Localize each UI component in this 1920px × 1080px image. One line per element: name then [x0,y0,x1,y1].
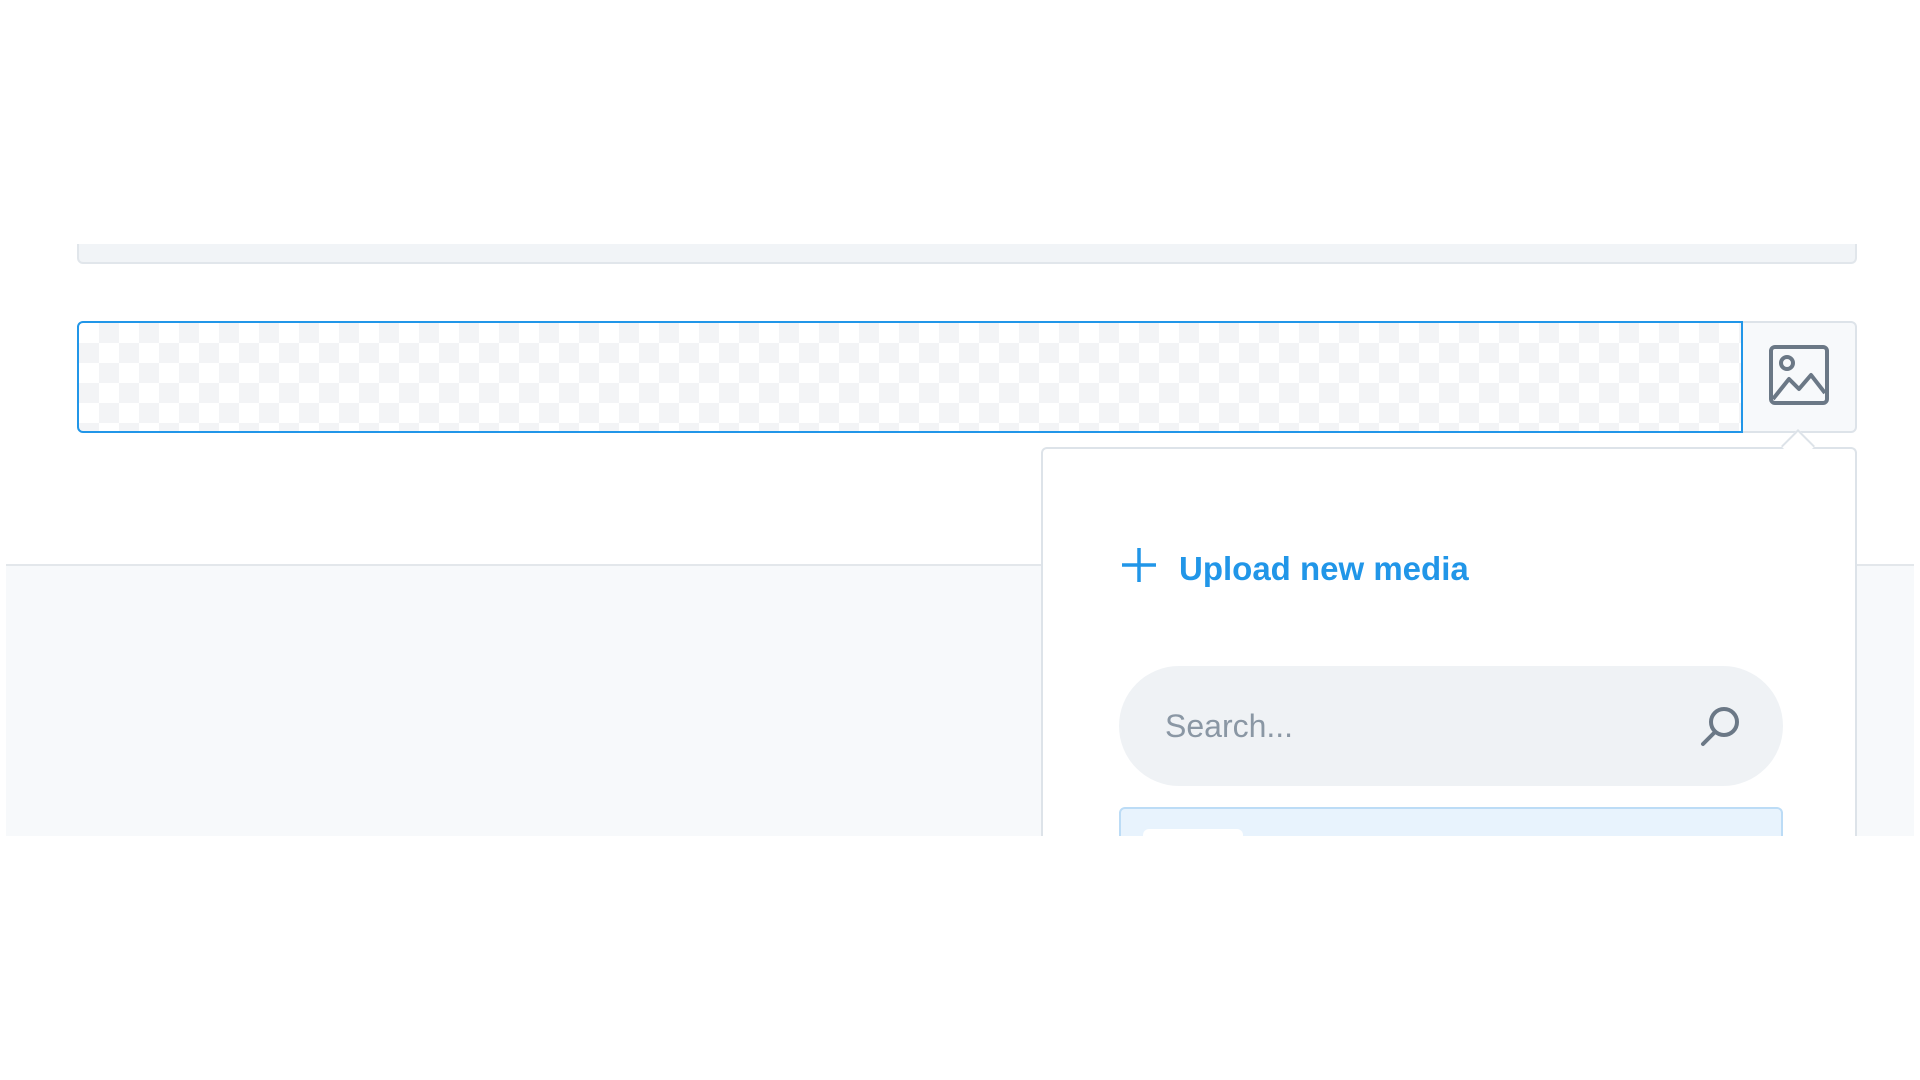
media-picker-popover: Upload new media [1041,447,1857,836]
search-icon[interactable] [1697,703,1743,749]
search-input[interactable] [1163,706,1697,746]
image-field [77,321,1857,433]
plus-icon [1119,545,1159,593]
image-preview[interactable] [77,321,1743,433]
media-picker-button[interactable] [1743,321,1857,433]
media-search [1119,666,1783,786]
page: Upload new media [0,0,1920,1080]
previous-field [77,244,1857,264]
media-list-item[interactable] [1119,807,1783,836]
upload-new-media-label: Upload new media [1179,550,1469,587]
image-icon [1767,343,1831,412]
media-thumbnail [1143,829,1243,836]
upload-new-media-button[interactable]: Upload new media [1119,545,1469,593]
